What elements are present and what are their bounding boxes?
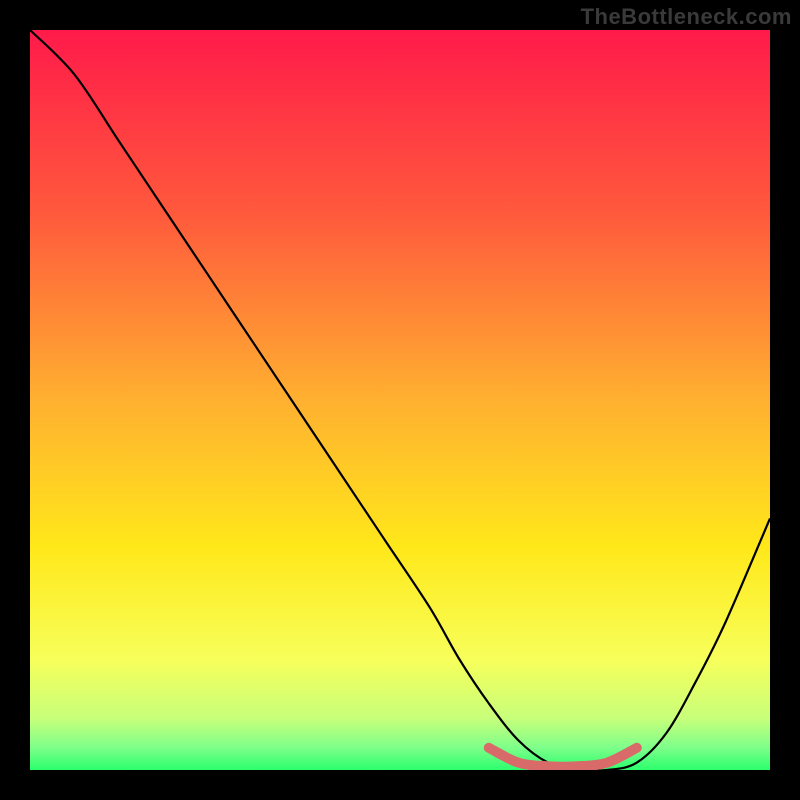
chart-frame: TheBottleneck.com: [0, 0, 800, 800]
gradient-background: [30, 30, 770, 770]
watermark-text: TheBottleneck.com: [581, 4, 792, 30]
plot-area: [30, 30, 770, 770]
chart-svg: [30, 30, 770, 770]
